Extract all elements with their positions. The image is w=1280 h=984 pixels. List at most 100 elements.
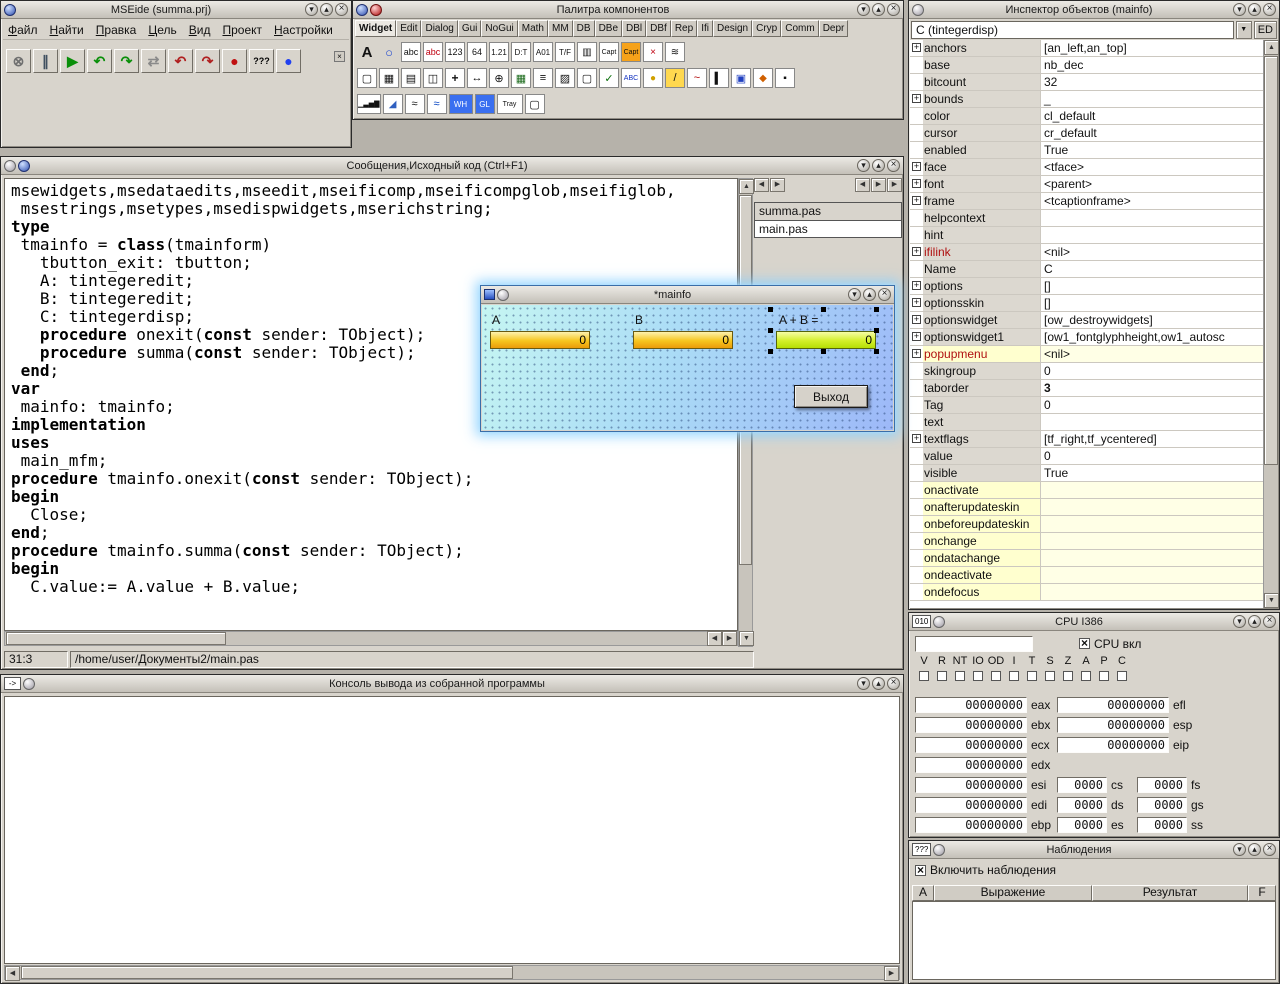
property-row-Name[interactable]: NameC: [910, 261, 1263, 278]
property-value[interactable]: [ow_destroywidgets]: [1041, 312, 1263, 328]
scroll-up-icon[interactable]: [1264, 40, 1279, 55]
minimize-icon[interactable]: [848, 288, 861, 301]
palette-tab-cryp[interactable]: Cryp: [752, 20, 781, 37]
property-row-hint[interactable]: hint: [910, 227, 1263, 244]
chevron-down-icon[interactable]: [1236, 21, 1252, 39]
property-value[interactable]: [an_left,an_top]: [1041, 40, 1263, 56]
minimize-icon[interactable]: [857, 3, 870, 16]
shape-icon[interactable]: ◆: [753, 68, 773, 88]
scroll-down-icon[interactable]: [1264, 593, 1279, 608]
property-value[interactable]: <tface>: [1041, 159, 1263, 175]
property-row-enabled[interactable]: enabledTrue: [910, 142, 1263, 159]
palette-tab-edit[interactable]: Edit: [396, 20, 421, 37]
property-row-font[interactable]: font<parent>: [910, 176, 1263, 193]
console-titlebar[interactable]: -> Консоль вывода из собранной программы: [1, 675, 903, 693]
cpu-titlebar[interactable]: 010 CPU I386: [909, 613, 1279, 631]
minimize-icon[interactable]: [1233, 3, 1246, 16]
property-row-textflags[interactable]: textflags[tf_right,tf_ycentered]: [910, 431, 1263, 448]
register-esi[interactable]: 00000000: [915, 777, 1027, 793]
richstringedit-icon[interactable]: abc: [423, 42, 443, 62]
property-row-anchors[interactable]: anchors[an_left,an_top]: [910, 40, 1263, 57]
palette-tab-widget[interactable]: Widget: [355, 20, 396, 37]
maximize-icon[interactable]: [1248, 3, 1261, 16]
watches-table-body[interactable]: [912, 901, 1276, 980]
property-row-value[interactable]: value0: [910, 448, 1263, 465]
watch-header-col-2[interactable]: Выражение: [934, 885, 1092, 901]
frame-icon[interactable]: ▢: [357, 68, 377, 88]
wave-blue-icon[interactable]: ≈: [427, 94, 447, 114]
form-canvas[interactable]: A B A + B = 0 0 0 Выход: [482, 305, 893, 430]
ellipse-shape-icon[interactable]: ○: [379, 42, 399, 62]
groupbox-icon[interactable]: ▢: [577, 68, 597, 88]
minimize-icon[interactable]: [857, 677, 870, 690]
maximize-icon[interactable]: [872, 159, 885, 172]
misc-widget-icon[interactable]: ≋: [665, 42, 685, 62]
flag-checkbox-t[interactable]: [1027, 671, 1037, 681]
flag-checkbox-io[interactable]: [973, 671, 983, 681]
expander-icon[interactable]: [912, 298, 921, 307]
menu-item-6[interactable]: Проект: [217, 21, 267, 39]
palette-tab-ifi[interactable]: Ifi: [697, 20, 713, 37]
property-value[interactable]: cr_default: [1041, 125, 1263, 141]
maximize-icon[interactable]: [320, 3, 333, 16]
wh-widget-icon[interactable]: WH: [449, 94, 473, 114]
component-selector[interactable]: C (tintegerdisp): [911, 21, 1234, 39]
property-value[interactable]: 32: [1041, 74, 1263, 90]
cross-icon[interactable]: +: [445, 68, 465, 88]
property-value[interactable]: True: [1041, 142, 1263, 158]
property-value[interactable]: <nil>: [1041, 346, 1263, 362]
maximize-icon[interactable]: [872, 3, 885, 16]
rows-icon[interactable]: ▤: [401, 68, 421, 88]
property-row-skingroup[interactable]: skingroup0: [910, 363, 1263, 380]
expander-icon[interactable]: [912, 281, 921, 290]
close-icon[interactable]: [878, 288, 891, 301]
property-row-helpcontext[interactable]: helpcontext: [910, 210, 1263, 227]
menu-item-5[interactable]: Вид: [184, 21, 216, 39]
selection-handle[interactable]: [768, 307, 773, 312]
close-icon[interactable]: [1263, 843, 1276, 856]
minimize-icon[interactable]: [1233, 615, 1246, 628]
property-row-color[interactable]: colorcl_default: [910, 108, 1263, 125]
editor-horizontal-scrollbar[interactable]: [4, 631, 738, 646]
property-value[interactable]: [1041, 414, 1263, 430]
target-icon[interactable]: ⊕: [489, 68, 509, 88]
minimize-icon[interactable]: [857, 159, 870, 172]
booleanedit-icon[interactable]: T/F: [555, 42, 575, 62]
integeredit-b[interactable]: 0: [633, 331, 733, 349]
palette-tab-rep[interactable]: Rep: [671, 20, 697, 37]
dock-close-icon[interactable]: [334, 51, 345, 62]
property-row-optionswidget[interactable]: optionswidget[ow_destroywidgets]: [910, 312, 1263, 329]
palette-titlebar[interactable]: Палитра компонентов: [353, 1, 903, 19]
areachart-icon[interactable]: ◢: [383, 94, 403, 114]
mseide-titlebar[interactable]: MSEide (summa.prj): [1, 1, 351, 19]
palette-tab-depr[interactable]: Depr: [819, 20, 849, 37]
nav-back-icon[interactable]: [754, 178, 769, 192]
property-row-frame[interactable]: frame<tcaptionframe>: [910, 193, 1263, 210]
property-row-Tag[interactable]: Tag0: [910, 397, 1263, 414]
gl-widget-icon[interactable]: GL: [475, 94, 495, 114]
captionframe-active-icon[interactable]: Capt: [621, 42, 641, 62]
close-icon[interactable]: [887, 677, 900, 690]
property-value[interactable]: nb_dec: [1041, 57, 1263, 73]
close-icon[interactable]: [887, 159, 900, 172]
property-value[interactable]: 0: [1041, 397, 1263, 413]
run-button[interactable]: ▶: [60, 49, 85, 73]
scroll-left-icon[interactable]: [707, 631, 722, 646]
property-row-optionswidget1[interactable]: optionswidget1[ow1_fontglyphheight,ow1_a…: [910, 329, 1263, 346]
expander-icon[interactable]: [912, 349, 921, 358]
palette-tab-comm[interactable]: Comm: [781, 20, 818, 37]
property-value[interactable]: [1041, 550, 1263, 566]
register-ebp[interactable]: 00000000: [915, 817, 1027, 833]
flag-checkbox-c[interactable]: [1117, 671, 1127, 681]
property-value[interactable]: []: [1041, 278, 1263, 294]
property-value[interactable]: _: [1041, 91, 1263, 107]
expander-icon[interactable]: [912, 332, 921, 341]
property-row-face[interactable]: face<tface>: [910, 159, 1263, 176]
flag-checkbox-z[interactable]: [1063, 671, 1073, 681]
watches-enable-checkbox[interactable]: Включить наблюдения: [915, 863, 1056, 877]
tab-scroll-left-icon[interactable]: [855, 178, 870, 192]
register-ds[interactable]: 0000: [1057, 797, 1107, 813]
property-row-cursor[interactable]: cursorcr_default: [910, 125, 1263, 142]
checkbox-icon[interactable]: ✓: [599, 68, 619, 88]
register-es[interactable]: 0000: [1057, 817, 1107, 833]
